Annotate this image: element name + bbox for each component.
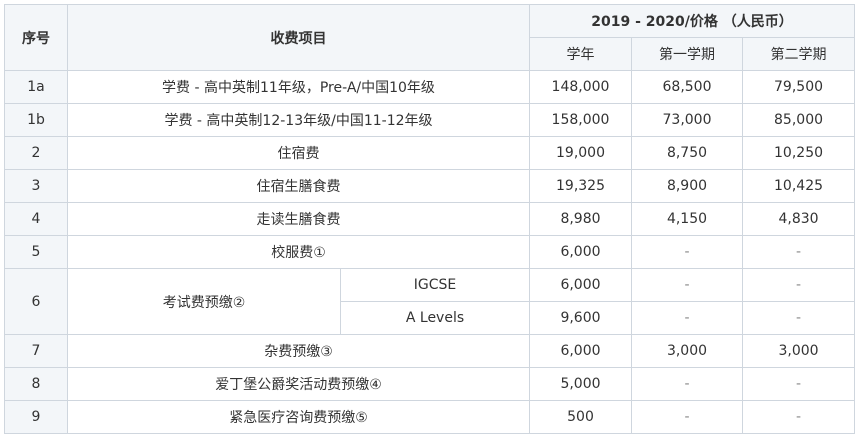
row-year: 8,980 [529, 202, 632, 236]
table-row: 2 住宿费 19,000 8,750 10,250 [4, 136, 856, 170]
row-index: 3 [4, 169, 68, 203]
row-term2: 4,830 [741, 202, 856, 236]
row-term1: 68,500 [631, 70, 743, 104]
row-term1: 3,000 [631, 334, 743, 368]
row-item: 住宿费 [67, 136, 530, 170]
row-item: 爱丁堡公爵奖活动费预缴④ [67, 367, 530, 401]
row-term2: - [741, 301, 856, 335]
row-term2: - [741, 268, 856, 302]
row-term1: - [631, 301, 743, 335]
fee-table: 序号 收费项目 2019 - 2020/价格 （人民币） 学年 第一学期 第二学… [4, 4, 856, 434]
row-year: 19,000 [529, 136, 632, 170]
row-term2: 85,000 [741, 103, 856, 137]
row-term2: - [741, 400, 856, 434]
row-subitem: A Levels [340, 301, 530, 335]
row-item: 走读生膳食费 [67, 202, 530, 236]
row-term1: 8,750 [631, 136, 743, 170]
table-row: 5 校服费① 6,000 - - [4, 235, 856, 269]
row-term1: - [631, 400, 743, 434]
row-term2: 10,250 [741, 136, 856, 170]
header-year: 学年 [529, 37, 632, 71]
row-year: 6,000 [529, 334, 632, 368]
row-term2: - [741, 367, 856, 401]
row-item: 住宿生膳食费 [67, 169, 530, 203]
row-item: 紧急医疗咨询费预缴⑤ [67, 400, 530, 434]
row-year: 9,600 [529, 301, 632, 335]
row-term1: 73,000 [631, 103, 743, 137]
row-index: 5 [4, 235, 68, 269]
table-row: 3 住宿生膳食费 19,325 8,900 10,425 [4, 169, 856, 203]
header-item: 收费项目 [67, 4, 530, 71]
row-index: 4 [4, 202, 68, 236]
row-year: 5,000 [529, 367, 632, 401]
row-subitem: IGCSE [340, 268, 530, 302]
header-row: 序号 收费项目 2019 - 2020/价格 （人民币） [4, 4, 856, 71]
row-index: 8 [4, 367, 68, 401]
row-term1: - [631, 235, 743, 269]
row-index: 7 [4, 334, 68, 368]
row-index: 2 [4, 136, 68, 170]
row-year: 6,000 [529, 268, 632, 302]
row-item: 考试费预缴② [67, 268, 341, 335]
header-term2: 第二学期 [741, 37, 856, 71]
row-year: 158,000 [529, 103, 632, 137]
table-row: 6 考试费预缴② IGCSE 6,000 - - [4, 268, 856, 335]
row-term1: - [631, 268, 743, 302]
row-term1: 8,900 [631, 169, 743, 203]
row-item: 校服费① [67, 235, 530, 269]
row-year: 500 [529, 400, 632, 434]
row-index: 9 [4, 400, 68, 434]
row-term2: 10,425 [741, 169, 856, 203]
row-term2: - [741, 235, 856, 269]
row-index: 6 [4, 268, 68, 335]
table-row: 9 紧急医疗咨询费预缴⑤ 500 - - [4, 400, 856, 434]
row-year: 6,000 [529, 235, 632, 269]
header-term1: 第一学期 [631, 37, 743, 71]
table-row: 1b 学费 - 高中英制12-13年级/中国11-12年级 158,000 73… [4, 103, 856, 137]
row-index: 1b [4, 103, 68, 137]
table-row: 1a 学费 - 高中英制11年级，Pre-A/中国10年级 148,000 68… [4, 70, 856, 104]
row-year: 19,325 [529, 169, 632, 203]
row-index: 1a [4, 70, 68, 104]
row-term1: - [631, 367, 743, 401]
row-term1: 4,150 [631, 202, 743, 236]
table-row: 4 走读生膳食费 8,980 4,150 4,830 [4, 202, 856, 236]
row-term2: 79,500 [741, 70, 856, 104]
row-term2: 3,000 [741, 334, 856, 368]
header-price-group: 2019 - 2020/价格 （人民币） [528, 4, 856, 38]
table-row: 7 杂费预缴③ 6,000 3,000 3,000 [4, 334, 856, 368]
row-year: 148,000 [529, 70, 632, 104]
row-item: 学费 - 高中英制11年级，Pre-A/中国10年级 [67, 70, 530, 104]
table-row: 8 爱丁堡公爵奖活动费预缴④ 5,000 - - [4, 367, 856, 401]
page: 序号 收费项目 2019 - 2020/价格 （人民币） 学年 第一学期 第二学… [0, 0, 858, 437]
row-item: 学费 - 高中英制12-13年级/中国11-12年级 [67, 103, 530, 137]
row-item: 杂费预缴③ [67, 334, 530, 368]
header-index: 序号 [4, 4, 68, 71]
